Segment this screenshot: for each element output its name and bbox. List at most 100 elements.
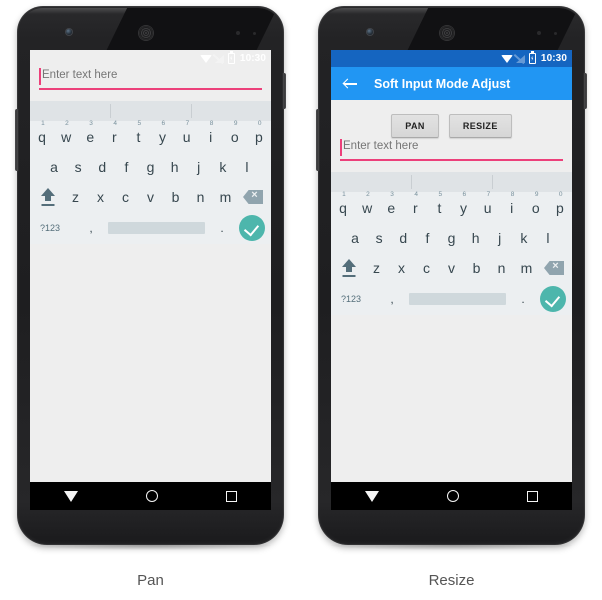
key-c[interactable]: c — [414, 261, 439, 275]
nav-home-circle-icon[interactable] — [146, 490, 158, 502]
nav-back-triangle-icon[interactable] — [64, 490, 78, 502]
check-icon[interactable] — [239, 215, 265, 241]
key-w[interactable]: 2w — [54, 120, 78, 144]
resize-button[interactable]: RESIZE — [448, 114, 512, 138]
key-a[interactable]: a — [42, 160, 66, 174]
key-h[interactable]: h — [464, 231, 488, 245]
key-label: o — [531, 199, 540, 216]
key-k[interactable]: k — [512, 231, 536, 245]
key-y[interactable]: 6y — [452, 191, 476, 215]
key-q[interactable]: 1q — [30, 120, 54, 144]
key-n[interactable]: n — [188, 190, 213, 204]
key-n[interactable]: n — [489, 261, 514, 275]
symbols-key[interactable]: ?123 — [337, 294, 379, 304]
key-b[interactable]: b — [464, 261, 489, 275]
key-p[interactable]: 0p — [548, 191, 572, 215]
backspace-icon[interactable] — [539, 255, 569, 281]
volume-rocker-button[interactable] — [15, 109, 19, 171]
key-z[interactable]: z — [63, 190, 88, 204]
key-x[interactable]: x — [88, 190, 113, 204]
back-arrow-icon[interactable] — [343, 76, 358, 91]
key-g[interactable]: g — [439, 231, 463, 245]
suggestion-divider — [411, 175, 412, 189]
key-f[interactable]: f — [114, 160, 138, 174]
key-t[interactable]: 5t — [126, 120, 150, 144]
key-p[interactable]: 0p — [247, 120, 271, 144]
key-e[interactable]: 3e — [78, 120, 102, 144]
key-v[interactable]: v — [439, 261, 464, 275]
space-key[interactable] — [409, 293, 506, 305]
key-d[interactable]: d — [90, 160, 114, 174]
key-f[interactable]: f — [415, 231, 439, 245]
key-x[interactable]: x — [389, 261, 414, 275]
soft-keyboard[interactable]: 1q 2w 3e 4r 5t 6y 7u 8i 9o 0p a s d f g … — [331, 172, 572, 315]
text-cursor — [39, 68, 41, 85]
key-label: u — [483, 199, 492, 216]
key-m[interactable]: m — [514, 261, 539, 275]
space-key[interactable] — [108, 222, 205, 234]
key-l[interactable]: l — [235, 160, 259, 174]
status-bar-icons: 10:30 — [500, 51, 567, 64]
key-j[interactable]: j — [488, 231, 512, 245]
key-num-hint: 3 — [89, 119, 93, 127]
status-bar: 10:30 — [331, 50, 572, 67]
key-v[interactable]: v — [138, 190, 163, 204]
key-o[interactable]: 9o — [524, 191, 548, 216]
key-label: y — [159, 128, 167, 145]
key-y[interactable]: 6y — [151, 120, 175, 145]
power-button[interactable] — [282, 73, 286, 109]
period-key[interactable]: . — [510, 292, 536, 306]
volume-rocker-button[interactable] — [316, 109, 320, 171]
key-num-hint: 7 — [486, 190, 491, 198]
key-u[interactable]: 7u — [476, 191, 500, 216]
key-w[interactable]: 2w — [355, 191, 379, 215]
key-q[interactable]: 1q — [331, 191, 355, 215]
key-k[interactable]: k — [211, 160, 235, 174]
keyboard-row-3: z x c v b n m — [331, 253, 572, 283]
key-c[interactable]: c — [113, 190, 138, 204]
key-h[interactable]: h — [163, 160, 187, 174]
text-input-hint: Enter text here — [42, 69, 118, 81]
shift-icon[interactable] — [33, 184, 63, 210]
key-r[interactable]: 4r — [403, 191, 427, 215]
key-l[interactable]: l — [536, 231, 560, 245]
key-j[interactable]: j — [187, 160, 211, 174]
key-label: t — [437, 199, 442, 216]
key-s[interactable]: s — [367, 231, 391, 245]
period-key[interactable]: . — [209, 221, 235, 235]
key-g[interactable]: g — [138, 160, 162, 174]
suggestion-bar[interactable] — [331, 172, 572, 192]
text-input-field[interactable]: Enter text here — [39, 67, 262, 90]
key-b[interactable]: b — [163, 190, 188, 204]
key-i[interactable]: 8i — [199, 120, 223, 144]
nav-recents-square-icon[interactable] — [527, 490, 538, 502]
key-u[interactable]: 7u — [175, 120, 199, 144]
key-m[interactable]: m — [213, 190, 238, 204]
panel-pan: 10:30 Enter text here 1 q 2 w 3 e 4 r 5 … — [0, 0, 301, 600]
key-s[interactable]: s — [66, 160, 90, 174]
shift-icon[interactable] — [334, 255, 364, 281]
key-r[interactable]: 4r — [102, 120, 126, 144]
key-e[interactable]: 3e — [379, 191, 403, 215]
key-i[interactable]: 8i — [500, 191, 524, 215]
nav-home-circle-icon[interactable] — [447, 490, 459, 502]
soft-keyboard[interactable]: 1q 2w 3e 4r 5t 6y 7u 8i 9o 0p a s d f g … — [30, 101, 271, 244]
check-icon[interactable] — [540, 286, 566, 312]
comma-key[interactable]: , — [78, 221, 104, 235]
pan-button[interactable]: PAN — [391, 114, 439, 138]
nav-recents-square-icon[interactable] — [226, 490, 237, 502]
nav-back-triangle-icon[interactable] — [365, 490, 379, 502]
proximity-sensor-icon — [537, 31, 541, 35]
power-button[interactable] — [583, 73, 587, 109]
key-z[interactable]: z — [364, 261, 389, 275]
key-t[interactable]: 5t — [427, 191, 451, 216]
text-input-field[interactable]: Enter text here — [340, 138, 563, 161]
symbols-key[interactable]: ?123 — [36, 223, 78, 233]
key-d[interactable]: d — [391, 231, 415, 245]
backspace-icon[interactable] — [238, 184, 268, 210]
key-o[interactable]: 9o — [223, 120, 247, 144]
proximity-sensor-icon — [236, 31, 240, 35]
suggestion-bar[interactable] — [30, 101, 271, 121]
comma-key[interactable]: , — [379, 292, 405, 306]
key-a[interactable]: a — [343, 231, 367, 245]
